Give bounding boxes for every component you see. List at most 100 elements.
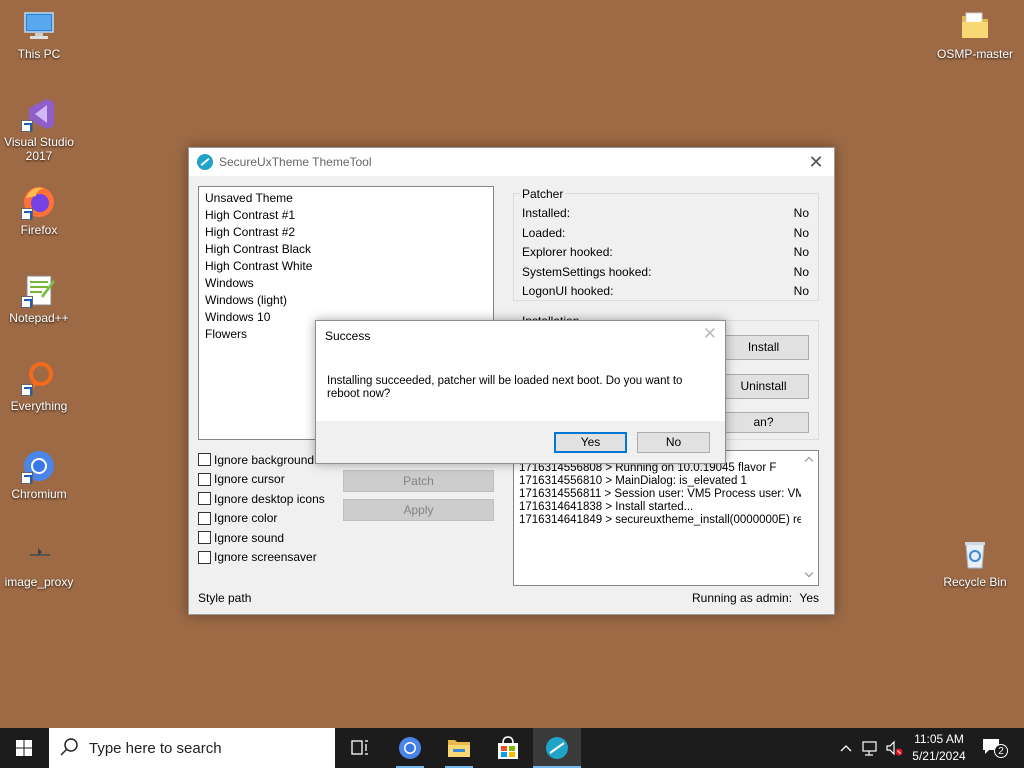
taskbar-chromium[interactable]	[386, 728, 434, 768]
everything-icon	[21, 360, 57, 396]
log-line: 1716314556811 > Session user: VM5 Proces…	[519, 488, 812, 500]
checkbox-box[interactable]	[198, 453, 211, 467]
patch-button[interactable]: Patch	[343, 470, 494, 492]
desktop-icon-osmp-master[interactable]: OSMP-master	[937, 8, 1013, 61]
computer-icon	[21, 8, 57, 44]
start-button[interactable]	[0, 728, 48, 768]
file-explorer-icon	[448, 740, 470, 757]
desktop-icon-image-proxy[interactable]: image_proxy	[1, 536, 77, 589]
patcher-row-label: Installed:	[522, 206, 571, 220]
shortcut-arrow-icon	[21, 384, 33, 396]
patcher-row-value: No	[793, 206, 809, 220]
uninstall-button[interactable]: Uninstall	[718, 374, 809, 399]
list-item[interactable]: High Contrast Black	[199, 241, 493, 258]
checkbox-box[interactable]	[198, 511, 211, 525]
ignore-cursor-checkbox[interactable]: Ignore cursor	[198, 470, 325, 490]
log-line: 1716314556810 > MainDialog: is_elevated …	[519, 475, 747, 487]
ignore-background-checkbox[interactable]: Ignore background	[198, 450, 325, 470]
no-button[interactable]: No	[637, 432, 710, 453]
desktop-icon-everything[interactable]: Everything	[1, 360, 77, 413]
taskbar-file-explorer[interactable]	[435, 728, 483, 768]
desktop-icon-firefox[interactable]: Firefox	[1, 184, 77, 237]
scroll-up-icon[interactable]	[804, 456, 814, 466]
taskbar-search-box[interactable]: Type here to search	[49, 728, 335, 768]
dialog-title: Success	[325, 329, 371, 343]
admin-value: Yes	[799, 591, 819, 605]
desktop-icon-visual-studio[interactable]: Visual Studio 2017	[1, 96, 77, 163]
checkbox-label: Ignore sound	[214, 530, 285, 545]
patcher-row-label: Explorer hooked:	[522, 245, 613, 259]
desktop-icon-notepadpp[interactable]: Notepad++	[1, 272, 77, 325]
checkbox-box[interactable]	[198, 550, 211, 564]
clock-date: 5/21/2024	[912, 749, 966, 763]
shortcut-arrow-icon	[21, 120, 33, 132]
taskbar-clock[interactable]: 11:05 AM 5/21/2024	[906, 731, 972, 765]
chromium-icon	[21, 448, 57, 484]
patcher-row-value: No	[793, 284, 809, 298]
patcher-row-value: No	[793, 225, 809, 240]
window-close-button[interactable]: ✕	[804, 150, 828, 174]
ignore-screensaver-checkbox[interactable]: Ignore screensaver	[198, 548, 325, 568]
desktop-icon-label: Visual Studio 2017	[4, 135, 74, 163]
window-titlebar[interactable]: SecureUxTheme ThemeTool ✕	[189, 148, 834, 176]
dialog-close-icon[interactable]: ✕	[703, 324, 717, 344]
windows-logo-icon	[16, 740, 32, 756]
install-button[interactable]: Install	[718, 335, 809, 360]
patcher-row-logonui: LogonUI hooked: No	[522, 282, 809, 300]
desktop-icon-label: Notepad++	[9, 311, 69, 325]
notification-center-button[interactable]: 2	[980, 736, 1010, 760]
patcher-row-label: Loaded:	[522, 225, 566, 240]
installation-third-button[interactable]: an?	[718, 412, 809, 433]
ignore-sound-checkbox[interactable]: Ignore sound	[198, 528, 325, 548]
checkbox-label: Ignore screensaver	[214, 550, 317, 565]
checkbox-label: Ignore cursor	[214, 472, 285, 487]
volume-muted-icon[interactable]	[884, 739, 904, 757]
task-view-icon	[351, 740, 368, 755]
notification-badge: 2	[994, 744, 1008, 758]
securexutheme-icon	[546, 737, 568, 759]
desktop-icon-label: Everything	[10, 399, 68, 413]
shortcut-arrow-icon	[21, 472, 33, 484]
ignore-color-checkbox[interactable]: Ignore color	[198, 509, 325, 529]
desktop-icon-label: Chromium	[11, 487, 67, 501]
apply-button[interactable]: Apply	[343, 499, 494, 521]
log-scrollbar[interactable]	[801, 451, 818, 585]
log-box[interactable]: 1716314556808 > Running on 10.0.19045 fl…	[513, 450, 819, 586]
list-item[interactable]: Unsaved Theme	[199, 190, 493, 207]
taskbar-themetool[interactable]	[533, 728, 581, 768]
success-dialog: Success ✕ Installing succeeded, patcher …	[315, 320, 726, 464]
desktop-icon-chromium[interactable]: Chromium	[1, 448, 77, 501]
style-path-label: Style path	[198, 591, 252, 605]
ignore-desktop-icons-checkbox[interactable]: Ignore desktop icons	[198, 489, 325, 509]
network-icon[interactable]	[861, 739, 881, 757]
patcher-row-systemsettings: SystemSettings hooked: No	[522, 263, 809, 281]
yes-button[interactable]: Yes	[554, 432, 627, 453]
list-item[interactable]: Windows (light)	[199, 292, 493, 309]
checkbox-box[interactable]	[198, 472, 211, 486]
desktop-icon-label: OSMP-master	[937, 47, 1014, 61]
taskbar-store[interactable]	[484, 728, 532, 768]
desktop-icon-this-pc[interactable]: This PC	[1, 8, 77, 61]
visual-studio-icon	[21, 96, 57, 132]
shortcut-arrow-icon	[21, 208, 33, 220]
list-item[interactable]: Windows	[199, 275, 493, 292]
desktop-icon-recycle-bin[interactable]: Recycle Bin	[937, 536, 1013, 589]
chromium-icon	[399, 737, 421, 759]
checkbox-box[interactable]	[198, 492, 211, 506]
app-icon	[197, 154, 213, 170]
taskbar: Type here to search 11:05 AM 5/21/2024 2	[0, 728, 1024, 768]
patcher-group-title: Patcher	[520, 187, 566, 201]
task-view-button[interactable]	[336, 728, 384, 768]
chevron-up-icon[interactable]	[838, 740, 854, 756]
patcher-row-loaded: Loaded: No	[522, 224, 809, 242]
list-item[interactable]: High Contrast #1	[199, 207, 493, 224]
patcher-row-label: SystemSettings hooked:	[522, 264, 652, 279]
log-line: 1716314641838 > Install started...	[519, 501, 694, 513]
list-item[interactable]: High Contrast #2	[199, 224, 493, 241]
patcher-row-label: LogonUI hooked:	[522, 284, 614, 298]
list-item[interactable]: High Contrast White	[199, 258, 493, 275]
checkbox-box[interactable]	[198, 531, 211, 545]
search-icon	[60, 738, 78, 756]
scroll-down-icon[interactable]	[804, 568, 814, 578]
desktop-icon-label: This PC	[17, 47, 61, 61]
